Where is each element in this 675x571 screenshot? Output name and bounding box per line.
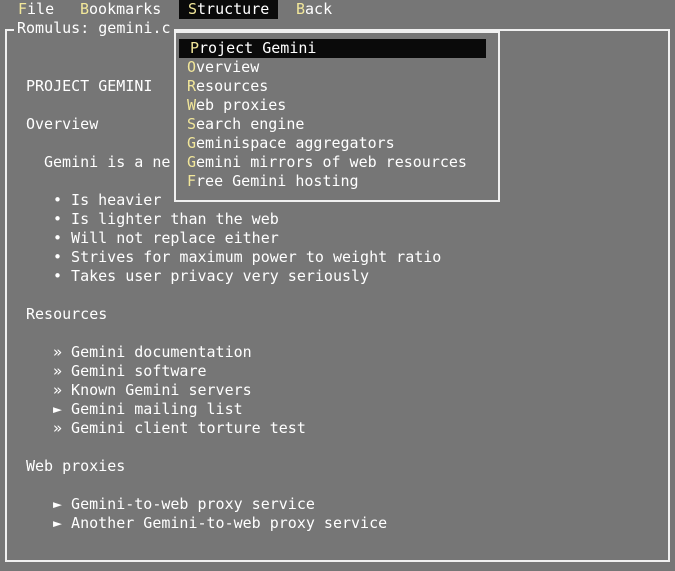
dropdown-item-web-proxies[interactable]: Web proxies — [187, 96, 286, 115]
dropdown-item-resources[interactable]: Resources — [187, 77, 268, 96]
dropdown-item-label: verview — [196, 58, 260, 76]
dropdown-item-hotkey: G — [187, 134, 197, 152]
dropdown-item-mirrors[interactable]: Gemini mirrors of web resources — [187, 153, 467, 172]
dropdown-item-project-gemini[interactable]: Project Gemini — [179, 39, 486, 58]
intro-text: Gemini is a ne — [44, 153, 171, 171]
dropdown-item-label: eb proxies — [196, 96, 287, 114]
menu-file-hotkey: F — [18, 0, 28, 18]
menu-structure-hotkey: S — [188, 0, 198, 18]
section-proxies-heading: Web proxies — [26, 457, 126, 475]
menu-back-hotkey: B — [296, 0, 306, 18]
structure-dropdown: Project Gemini Overview Resources Web pr… — [174, 31, 500, 202]
dropdown-item-hosting[interactable]: Free Gemini hosting — [187, 172, 359, 191]
dropdown-item-hotkey: O — [187, 58, 197, 76]
dropdown-item-label: emini mirrors of web resources — [196, 153, 467, 171]
menu-back-label: ack — [305, 0, 333, 18]
dropdown-item-label: eminispace aggregators — [196, 134, 395, 152]
menu-bookmarks-label: ookmarks — [89, 0, 162, 18]
resource-link[interactable]: » Gemini client torture test — [53, 419, 306, 438]
dropdown-item-hotkey: S — [187, 115, 197, 133]
list-item: • Strives for maximum power to weight ra… — [53, 248, 442, 266]
proxy-link[interactable]: ► Gemini-to-web proxy service — [53, 495, 315, 514]
dropdown-item-hotkey: G — [187, 153, 197, 171]
resource-link[interactable]: » Known Gemini servers — [53, 381, 252, 400]
list-item: • Is heavier — [53, 191, 162, 209]
menu-file-label: ile — [27, 0, 55, 18]
section-overview-heading: Overview — [26, 115, 99, 133]
list-item: • Is lighter than the web — [53, 210, 279, 228]
menu-back[interactable]: Back — [287, 0, 341, 19]
dropdown-item-hotkey: P — [190, 39, 200, 57]
menu-bookmarks-hotkey: B — [80, 0, 90, 18]
dropdown-item-overview[interactable]: Overview — [187, 58, 259, 77]
menu-structure-label: tructure — [197, 0, 270, 18]
proxy-link[interactable]: ► Another Gemini-to-web proxy service — [53, 514, 387, 533]
dropdown-item-aggregators[interactable]: Geminispace aggregators — [187, 134, 395, 153]
list-item: • Will not replace either — [53, 229, 279, 247]
dropdown-item-search-engine[interactable]: Search engine — [187, 115, 304, 134]
dropdown-item-hotkey: R — [187, 77, 197, 95]
menu-structure[interactable]: Structure — [179, 0, 279, 19]
dropdown-item-label: ree Gemini hosting — [196, 172, 359, 190]
window-title: Romulus: gemini.c — [14, 19, 174, 38]
page-heading: PROJECT GEMINI — [26, 77, 153, 95]
dropdown-item-label: roject Gemini — [199, 39, 317, 57]
dropdown-item-label: earch engine — [196, 115, 305, 133]
dropdown-item-hotkey: W — [187, 96, 197, 114]
section-resources-heading: Resources — [26, 305, 108, 323]
menu-file[interactable]: File — [9, 0, 63, 19]
dropdown-item-label: esources — [196, 77, 269, 95]
dropdown-item-hotkey: F — [187, 172, 197, 190]
list-item: • Takes user privacy very seriously — [53, 267, 370, 285]
menu-bookmarks[interactable]: Bookmarks — [71, 0, 170, 19]
resource-link[interactable]: » Gemini software — [53, 362, 207, 381]
resource-link[interactable]: » Gemini documentation — [53, 343, 252, 362]
resource-link[interactable]: ► Gemini mailing list — [53, 400, 243, 419]
